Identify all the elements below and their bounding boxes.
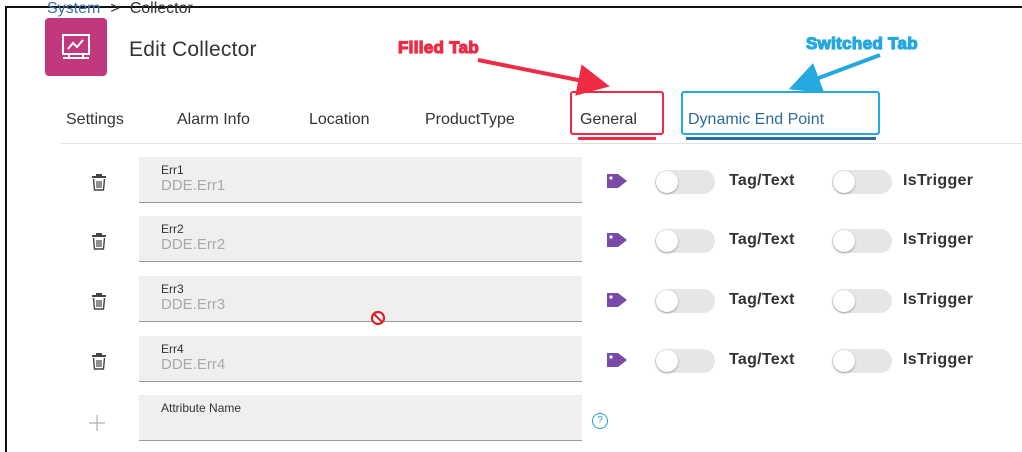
toggle-knob — [833, 290, 855, 312]
page-title: Edit Collector — [129, 38, 257, 61]
collector-icon — [45, 18, 107, 76]
attribute-row: Err2 DDE.Err2 Tag/Text IsTrigger — [0, 216, 1022, 262]
tag-text-label: Tag/Text — [729, 291, 795, 308]
tag-text-toggle[interactable] — [655, 349, 715, 373]
tag-text-toggle[interactable] — [655, 229, 715, 253]
tag-text-label: Tag/Text — [729, 351, 795, 368]
breadcrumb-separator: > — [110, 0, 120, 17]
is-trigger-label: IsTrigger — [903, 291, 974, 308]
delete-trash-icon[interactable] — [89, 351, 109, 371]
attribute-field[interactable]: Err1 DDE.Err1 — [139, 157, 582, 203]
breadcrumb-current: Collector — [129, 0, 193, 17]
is-trigger-toggle[interactable] — [832, 170, 892, 194]
tag-text-toggle[interactable] — [655, 170, 715, 194]
add-attribute-plus-icon[interactable] — [87, 413, 107, 433]
is-trigger-label: IsTrigger — [903, 172, 974, 189]
collector-glyph-icon — [62, 34, 90, 59]
attribute-name-label: Attribute Name — [161, 401, 242, 415]
tag-text-label: Tag/Text — [729, 231, 795, 248]
attribute-field[interactable]: Err4 DDE.Err4 — [139, 336, 582, 382]
attribute-row: Err3 DDE.Err3 Tag/Text IsTrigger — [0, 276, 1022, 322]
filled-tab-annotation: Filled Tab — [397, 37, 480, 57]
tab-settings[interactable]: Settings — [66, 111, 124, 129]
active-tab-underline — [686, 137, 876, 140]
attribute-field[interactable]: Err3 DDE.Err3 — [139, 276, 582, 322]
tag-icon[interactable] — [606, 351, 628, 369]
toggle-knob — [833, 350, 855, 372]
is-trigger-label: IsTrigger — [903, 231, 974, 248]
attribute-field-label: Err1 — [161, 163, 184, 177]
toggle-knob — [656, 290, 678, 312]
attribute-field-label: Err4 — [161, 342, 184, 356]
attribute-field[interactable]: Err2 DDE.Err2 — [139, 216, 582, 262]
attribute-field-label: Err3 — [161, 282, 184, 296]
attribute-field-value: DDE.Err2 — [161, 236, 226, 253]
is-trigger-toggle[interactable] — [832, 349, 892, 373]
toggle-knob — [656, 230, 678, 252]
toggle-knob — [833, 171, 855, 193]
attribute-field-value: DDE.Err1 — [161, 177, 226, 194]
tag-icon[interactable] — [606, 172, 628, 190]
tag-text-toggle[interactable] — [655, 289, 715, 313]
toggle-knob — [656, 171, 678, 193]
filled-tab-highlight — [570, 91, 664, 135]
attribute-field-label: Err2 — [161, 222, 184, 236]
breadcrumb-parent[interactable]: System — [47, 0, 100, 17]
toggle-knob — [833, 230, 855, 252]
toggle-knob — [656, 350, 678, 372]
attribute-name-field[interactable]: Attribute Name — [139, 395, 582, 441]
is-trigger-toggle[interactable] — [832, 229, 892, 253]
not-allowed-cursor-icon — [370, 310, 386, 326]
breadcrumb: System > Collector — [47, 0, 193, 18]
tag-icon[interactable] — [606, 231, 628, 249]
tab-alarm-info[interactable]: Alarm Info — [177, 111, 250, 129]
switched-tab-highlight — [681, 91, 880, 135]
general-tab-underline — [578, 137, 656, 140]
attribute-row: Err1 DDE.Err1 Tag/Text IsTrigger — [0, 157, 1022, 203]
delete-trash-icon[interactable] — [89, 172, 109, 192]
help-icon[interactable]: ? — [592, 413, 608, 429]
tab-location[interactable]: Location — [309, 111, 370, 129]
attribute-row: Err4 DDE.Err4 Tag/Text IsTrigger — [0, 336, 1022, 382]
is-trigger-toggle[interactable] — [832, 289, 892, 313]
tabs-divider — [60, 143, 1022, 144]
is-trigger-label: IsTrigger — [903, 351, 974, 368]
attribute-field-value: DDE.Err3 — [161, 296, 226, 313]
tag-text-label: Tag/Text — [729, 172, 795, 189]
tag-icon[interactable] — [606, 291, 628, 309]
delete-trash-icon[interactable] — [89, 291, 109, 311]
switched-tab-annotation: Switched Tab — [805, 33, 918, 53]
attribute-field-value: DDE.Err4 — [161, 356, 226, 373]
delete-trash-icon[interactable] — [89, 231, 109, 251]
tab-product-type[interactable]: ProductType — [425, 111, 515, 129]
